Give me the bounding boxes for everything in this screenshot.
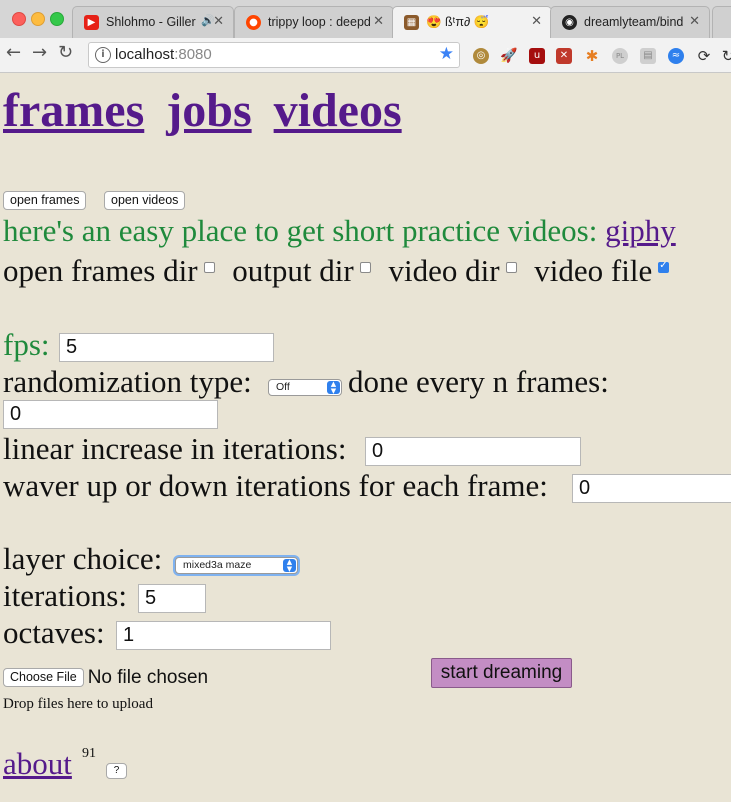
tab-title: trippy loop : deepd (268, 15, 371, 29)
maximize-window-button[interactable] (50, 12, 64, 26)
waver-input[interactable]: 0 (572, 474, 731, 503)
minimize-window-button[interactable] (31, 12, 45, 26)
refresh-icon[interactable]: ⟳ (696, 48, 712, 64)
tab-reddit[interactable]: ● trippy loop : deepd ✕ (234, 6, 394, 38)
directory-options: open frames dir output dir video dir vid… (3, 253, 679, 289)
video-file-checkbox[interactable] (658, 260, 670, 273)
nav-jobs-link[interactable]: jobs (166, 84, 251, 137)
close-tab-icon[interactable]: ✕ (373, 14, 384, 29)
start-dreaming-button[interactable]: start dreaming (431, 658, 572, 688)
tab-strip: ▶ Shlohmo - Giller 🔊 ✕ ● trippy loop : d… (0, 0, 731, 39)
address-bar[interactable]: i localhost:8080 ★ (88, 42, 460, 68)
tab-title: 😍 ßᵗπ∂ 😴 (426, 15, 490, 29)
fps-input[interactable]: 5 (59, 333, 274, 362)
rocket-icon[interactable]: 🚀 (500, 48, 517, 64)
github-icon: ◉ (562, 15, 577, 30)
practice-hint: here's an easy place to get short practi… (3, 213, 676, 249)
new-tab-button[interactable] (712, 6, 731, 38)
drop-zone-hint[interactable]: Drop files here to upload (3, 696, 153, 713)
randomization-row: randomization type: (3, 364, 252, 400)
randomization-value: Off (276, 381, 290, 393)
file-status: No file chosen (87, 667, 209, 688)
pl-icon[interactable]: PL (612, 48, 628, 64)
open-frames-button[interactable]: open frames (3, 191, 87, 210)
doc-icon[interactable]: ▤ (640, 48, 656, 64)
info-icon[interactable]: i (95, 47, 111, 63)
open-frames-dir-label: open frames dir (3, 253, 198, 288)
linear-label: linear increase in iterations: (3, 431, 347, 466)
sync-icon[interactable]: ≈ (668, 48, 684, 64)
layer-label: layer choice: (3, 541, 163, 576)
back-arrow-icon[interactable]: ← (6, 42, 21, 63)
randomization-label: randomization type: (3, 364, 252, 399)
every-n-input[interactable]: 0 (3, 400, 218, 429)
video-dir-checkbox[interactable] (505, 262, 517, 273)
tab-github[interactable]: ◉ dreamlyteam/bind ✕ (550, 6, 710, 38)
main-nav: frames jobs videos (3, 83, 412, 138)
open-frames-dir-checkbox[interactable] (203, 262, 215, 273)
octaves-label: octaves: (3, 615, 105, 650)
ublock-icon[interactable]: u (529, 48, 545, 64)
close-window-button[interactable] (12, 12, 26, 26)
ext-red-icon[interactable]: ✕ (556, 48, 572, 64)
url-host: localhost (115, 46, 175, 63)
randomization-select[interactable]: Off ▲ ▼ (268, 379, 342, 396)
select-arrows-icon: ▲ ▼ (327, 381, 340, 394)
iterations-input[interactable]: 5 (138, 584, 206, 613)
fps-label: fps: (3, 327, 50, 362)
bookmark-star-icon[interactable]: ★ (439, 44, 454, 64)
youtube-icon: ▶ (84, 15, 99, 30)
choose-file-button[interactable]: Choose File (3, 668, 84, 687)
close-tab-icon[interactable]: ✕ (689, 14, 700, 29)
select-arrows-icon: ▲ ▼ (283, 559, 296, 572)
reload-icon[interactable]: ↻ (58, 42, 73, 63)
tab-title: dreamlyteam/bind (584, 15, 684, 29)
pinwheel-icon[interactable]: ✱ (584, 48, 600, 64)
linear-input[interactable]: 0 (365, 437, 581, 466)
close-tab-icon[interactable]: ✕ (213, 14, 224, 29)
reddit-icon: ● (246, 15, 261, 30)
help-button[interactable]: ? (106, 763, 127, 779)
video-file-label: video file (534, 253, 653, 288)
tab-title: Shlohmo - Giller (106, 15, 196, 29)
about-link[interactable]: about (3, 746, 72, 782)
practice-text: here's an easy place to get short practi… (3, 213, 606, 248)
output-dir-checkbox[interactable] (359, 262, 371, 273)
video-dir-label: video dir (388, 253, 500, 288)
tab-youtube[interactable]: ▶ Shlohmo - Giller 🔊 ✕ (72, 6, 234, 38)
visitor-count: 91 (82, 746, 96, 761)
layer-value: mixed3a maze (183, 559, 252, 571)
url-port: :8080 (174, 46, 212, 63)
browser-chrome: ▶ Shlohmo - Giller 🔊 ✕ ● trippy loop : d… (0, 0, 731, 73)
every-n-label: done every n frames: (348, 364, 609, 399)
giphy-link[interactable]: giphy (605, 213, 676, 248)
image-icon: ▦ (404, 15, 419, 30)
close-tab-icon[interactable]: ✕ (531, 14, 542, 29)
url-text: localhost:8080 (115, 46, 212, 63)
open-videos-button[interactable]: open videos (104, 191, 186, 210)
waver-label: waver up or down iterations for each fra… (3, 468, 548, 503)
octaves-input[interactable]: 1 (116, 621, 331, 650)
reload-extension-icon[interactable]: ↻ (720, 48, 731, 64)
output-dir-label: output dir (232, 253, 354, 288)
tab-active[interactable]: ▦ 😍 ßᵗπ∂ 😴 ✕ (392, 6, 552, 39)
nav-videos-link[interactable]: videos (274, 84, 402, 137)
forward-arrow-icon[interactable]: → (32, 42, 47, 63)
page-content: frames jobs videos open frames open vide… (0, 73, 731, 802)
browser-toolbar: ← → ↻ i localhost:8080 ★ ◎ 🚀 u ✕ ✱ PL ▤ … (0, 38, 731, 73)
chrome-ext-icon[interactable]: ◎ (473, 48, 489, 64)
iterations-label: iterations: (3, 578, 127, 613)
file-chooser: Choose File No file chosen (3, 667, 208, 689)
layer-select[interactable]: mixed3a maze ▲ ▼ (175, 557, 298, 574)
nav-frames-link[interactable]: frames (3, 84, 144, 137)
